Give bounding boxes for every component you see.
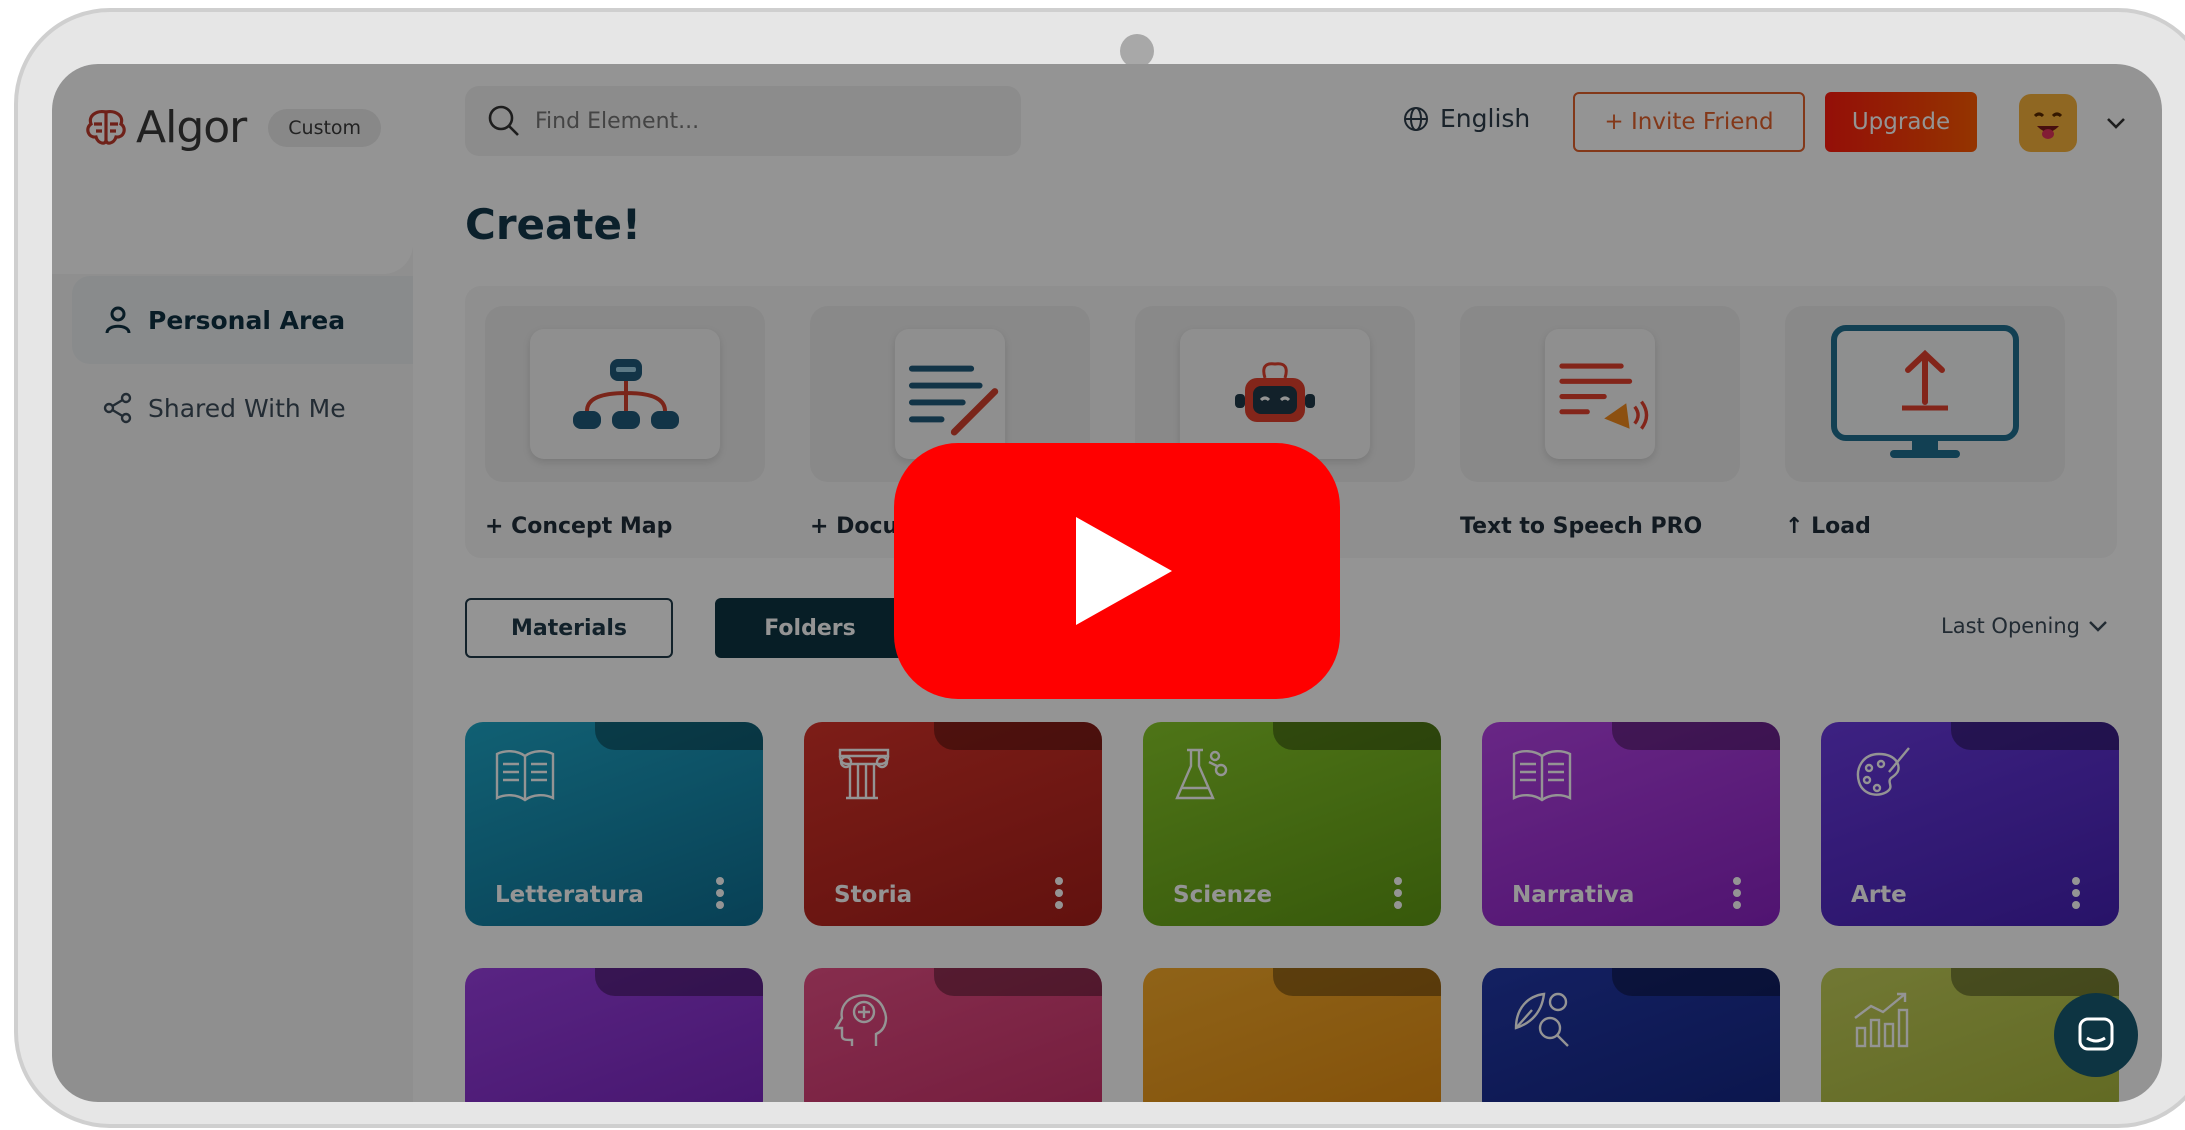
sidebar-item-personal-area[interactable]: Personal Area [72, 276, 413, 364]
folder-card[interactable]: Letteratura [465, 722, 763, 926]
sidebar-item-label: Shared With Me [148, 393, 346, 423]
book-icon [495, 750, 555, 802]
sidebar: Algor Custom Personal Area Shared With M… [52, 64, 413, 1102]
avatar[interactable] [2019, 94, 2077, 152]
folder-card[interactable] [804, 968, 1102, 1102]
language-label: English [1440, 104, 1531, 133]
more-vertical-icon[interactable] [1732, 876, 1742, 910]
tab-materials[interactable]: Materials [465, 598, 673, 658]
page-title: Create! [465, 200, 642, 249]
more-vertical-icon[interactable] [715, 876, 725, 910]
folder-name: Scienze [1173, 882, 1273, 908]
folder-card[interactable] [465, 968, 763, 1102]
sidebar-header: Algor Custom [52, 64, 413, 274]
folder-name: Arte [1851, 882, 1907, 908]
logo[interactable]: Algor Custom [82, 102, 382, 153]
tile-label: ↑ Load [1785, 514, 1871, 539]
folder-card[interactable] [1143, 968, 1441, 1102]
youtube-play-icon [1076, 517, 1172, 625]
head-brain-icon [833, 994, 888, 1046]
plan-badge: Custom [268, 108, 382, 147]
folder-card[interactable] [1482, 968, 1780, 1102]
sort-dropdown[interactable]: Last Opening [1941, 614, 2110, 638]
search-input[interactable] [535, 108, 995, 134]
folder-card[interactable]: Arte [1821, 722, 2119, 926]
folder-card[interactable]: Storia [804, 722, 1102, 926]
more-vertical-icon[interactable] [1054, 876, 1064, 910]
upgrade-button[interactable]: Upgrade [1825, 92, 1977, 152]
chevron-down-icon [2089, 621, 2107, 632]
book-icon [1512, 750, 1572, 802]
invite-friend-button[interactable]: + Invite Friend [1573, 92, 1805, 152]
share-icon [103, 392, 132, 424]
language-selector[interactable]: English [1402, 104, 1530, 133]
upload-monitor-icon [1831, 325, 2019, 458]
text-to-speech-icon [1559, 363, 1649, 430]
column-icon [838, 748, 890, 800]
brand-name: Algor [136, 102, 247, 153]
folder-name: Narrativa [1512, 882, 1635, 908]
search-bar[interactable] [465, 86, 1021, 156]
globe-icon [1404, 106, 1428, 131]
create-text-to-speech-tile[interactable]: Text to Speech PRO [1460, 306, 1740, 539]
leaf-search-icon [1514, 992, 1569, 1047]
camera-dot [1120, 34, 1154, 68]
concept-map-icon [573, 359, 679, 429]
chat-icon [2078, 1017, 2114, 1051]
load-tile[interactable]: ↑ Load [1785, 306, 2065, 539]
sidebar-item-shared-with-me[interactable]: Shared With Me [72, 364, 413, 452]
tile-label: Text to Speech PRO [1460, 514, 1703, 539]
chat-button[interactable] [2054, 993, 2138, 1077]
sidebar-item-label: Personal Area [148, 305, 346, 335]
sort-label: Last Opening [1941, 614, 2080, 638]
folder-card[interactable]: Scienze [1143, 722, 1441, 926]
create-concept-map-tile[interactable]: + Concept Map [485, 306, 765, 539]
tab-folders[interactable]: Folders [715, 598, 905, 658]
more-vertical-icon[interactable] [1393, 876, 1403, 910]
chevron-down-icon[interactable] [2103, 110, 2129, 136]
flask-icon [1175, 748, 1228, 800]
person-icon [105, 306, 131, 334]
search-icon [488, 105, 519, 136]
document-pen-icon [908, 365, 999, 436]
more-vertical-icon[interactable] [2071, 876, 2081, 910]
tile-label: + Concept Map [485, 514, 673, 539]
palette-icon [1856, 747, 1910, 796]
folder-card[interactable]: Narrativa [1482, 722, 1780, 926]
folder-name: Letteratura [495, 882, 644, 908]
brain-logo-icon [86, 109, 126, 145]
smiley-avatar-icon [2033, 112, 2063, 139]
folder-name: Storia [834, 882, 913, 908]
robot-icon [1235, 362, 1315, 422]
growth-chart-icon [1854, 992, 1909, 1048]
video-play-button[interactable] [894, 443, 1340, 699]
